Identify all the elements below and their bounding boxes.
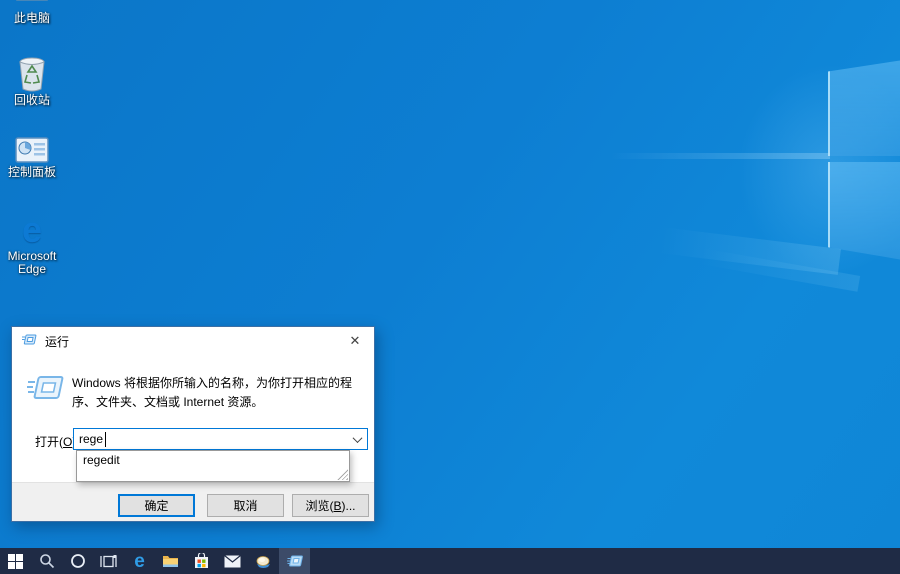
- taskbar: e: [0, 548, 900, 574]
- autocomplete-dropdown: regedit: [76, 450, 350, 482]
- autocomplete-suggestion[interactable]: regedit: [77, 451, 349, 469]
- file-explorer-icon[interactable]: [155, 548, 186, 574]
- cortana-icon[interactable]: [62, 548, 93, 574]
- this-pc-icon: [14, 0, 50, 10]
- store-icon[interactable]: [186, 548, 217, 574]
- microsoft-edge-icon: e: [22, 210, 42, 248]
- run-dialog-titlebar[interactable]: 运行 ✕: [12, 327, 374, 355]
- desktop-icon-label: Microsoft Edge: [1, 250, 63, 276]
- task-view-icon[interactable]: [93, 548, 124, 574]
- desktop: 此电脑 回收站 控制面板: [0, 0, 900, 574]
- run-icon: [22, 333, 37, 349]
- run-dialog: 运行 ✕ Windows 将根据你所输入的名称，为你打开相应的程序、文件夹、文档…: [11, 326, 375, 522]
- open-input[interactable]: [74, 429, 347, 449]
- close-icon[interactable]: ✕: [338, 327, 372, 354]
- text-caret: [105, 432, 106, 447]
- recycle-bin-icon: [16, 56, 48, 92]
- app-icon[interactable]: [248, 548, 279, 574]
- control-panel-icon: [14, 134, 50, 164]
- desktop-icon-control-panel[interactable]: 控制面板: [0, 134, 64, 179]
- run-dialog-title: 运行: [45, 333, 69, 350]
- browse-button[interactable]: 浏览(B)...: [292, 494, 369, 517]
- desktop-icon-label: 回收站: [14, 94, 50, 107]
- dialog-button-strip: 确定 取消 浏览(B)...: [12, 482, 374, 521]
- desktop-icon-this-pc[interactable]: 此电脑: [0, 0, 64, 25]
- run-icon-large: [26, 371, 66, 408]
- run-dialog-description: Windows 将根据你所输入的名称，为你打开相应的程序、文件夹、文档或 Int…: [72, 374, 374, 412]
- taskbar-run-dialog-button[interactable]: [279, 548, 310, 574]
- edge-taskbar-icon[interactable]: e: [124, 548, 155, 574]
- desktop-icon-recycle-bin[interactable]: 回收站: [0, 56, 64, 107]
- wallpaper-light-streak: [610, 153, 830, 159]
- resize-grip[interactable]: [337, 469, 348, 480]
- desktop-icon-label: 此电脑: [14, 12, 50, 25]
- search-icon[interactable]: [31, 548, 62, 574]
- windows-logo-top-pane: [828, 60, 900, 156]
- desktop-icon-microsoft-edge[interactable]: e Microsoft Edge: [0, 210, 64, 276]
- mail-icon[interactable]: [217, 548, 248, 574]
- cancel-button[interactable]: 取消: [207, 494, 284, 517]
- desktop-icon-label: 控制面板: [8, 166, 56, 179]
- combobox-dropdown-button[interactable]: [347, 429, 367, 449]
- windows-logo-bottom-pane: [828, 162, 900, 260]
- open-combobox: [73, 428, 368, 450]
- ok-button[interactable]: 确定: [118, 494, 195, 517]
- start-button[interactable]: [0, 548, 31, 574]
- chevron-down-icon: [352, 433, 362, 443]
